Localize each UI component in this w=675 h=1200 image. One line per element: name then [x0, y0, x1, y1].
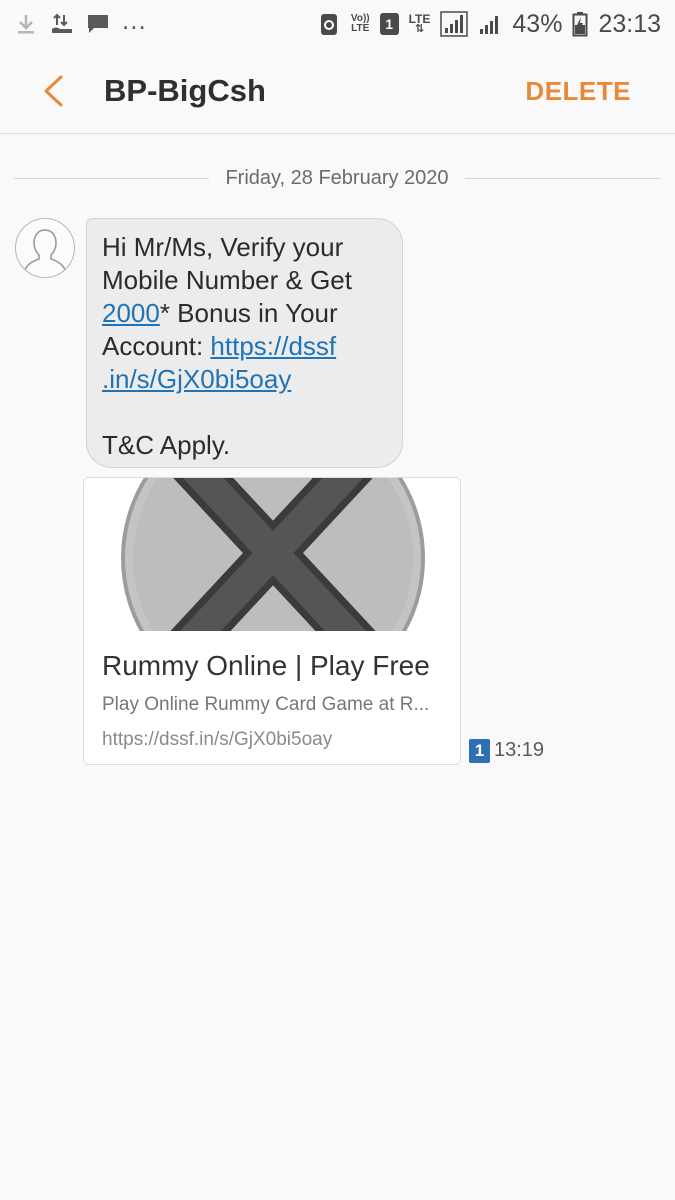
- amount-link[interactable]: 2000: [102, 298, 160, 328]
- lte-indicator: LTE ⇅: [408, 12, 431, 35]
- volte-indicator: Vo)) LTE: [350, 13, 370, 34]
- back-arrow-icon: [44, 75, 63, 106]
- message-line: .in/s/GjX0bi5oay: [102, 363, 388, 396]
- date-divider-left: [14, 177, 210, 179]
- person-silhouette-icon: [24, 229, 66, 271]
- message-bubble[interactable]: Hi Mr/Ms, Verify your Mobile Number & Ge…: [86, 218, 403, 468]
- message-line: Mobile Number & Get: [102, 265, 352, 295]
- message-text: Account:: [102, 331, 211, 361]
- status-bar: ... Vo)) LTE 1 LTE ⇅ 43% 23:13: [0, 0, 675, 48]
- download-icon: [14, 12, 38, 36]
- message-notification-icon: [86, 12, 110, 36]
- preview-image: [84, 478, 460, 631]
- status-bar-left: ...: [14, 7, 147, 36]
- delete-button[interactable]: DELETE: [525, 76, 631, 107]
- message-meta: 1 13:19: [469, 738, 544, 763]
- message-line: Account: https://dssf: [102, 330, 388, 363]
- signal-strength-sim2-icon: [478, 12, 502, 36]
- app-bar: BP-BigCsh DELETE: [0, 48, 675, 134]
- preview-description: Play Online Rummy Card Game at R...: [102, 694, 430, 715]
- broken-image-x-icon: [121, 478, 460, 631]
- message-line: T&C Apply.: [102, 430, 231, 460]
- date-divider-right: [464, 177, 661, 179]
- link-preview-card[interactable]: Rummy Online | Play Free Play Online Rum…: [83, 477, 461, 765]
- status-bar-right: Vo)) LTE 1 LTE ⇅ 43% 23:13: [317, 10, 661, 39]
- sim-slot-badge: 1: [469, 738, 490, 763]
- back-button[interactable]: [18, 48, 88, 134]
- date-separator: Friday, 28 February 2020: [14, 160, 661, 196]
- url-link-part2[interactable]: .in/s/GjX0bi5oay: [102, 364, 291, 394]
- message-line: Hi Mr/Ms, Verify your: [102, 232, 344, 262]
- battery-charging-icon: [572, 12, 588, 37]
- data-transfer-icon: [50, 12, 74, 36]
- data-saver-icon: [317, 12, 341, 36]
- contact-avatar[interactable]: [15, 218, 75, 278]
- preview-title: Rummy Online | Play Free: [102, 650, 430, 681]
- signal-strength-sim1-icon: [440, 11, 469, 37]
- url-link-part1[interactable]: https://dssf: [210, 331, 336, 361]
- message-time: 13:19: [494, 739, 545, 761]
- date-label: Friday, 28 February 2020: [225, 166, 449, 189]
- conversation-title: BP-BigCsh: [104, 72, 266, 108]
- preview-url: https://dssf.in/s/GjX0bi5oay: [102, 729, 333, 750]
- battery-percent: 43%: [512, 9, 563, 38]
- message-line: 2000* Bonus in Your: [102, 297, 388, 330]
- message-text: * Bonus in Your: [159, 298, 338, 328]
- clock: 23:13: [598, 9, 661, 38]
- sim-slot-badge: 1: [379, 13, 399, 35]
- more-notifications-icon: ...: [122, 5, 147, 35]
